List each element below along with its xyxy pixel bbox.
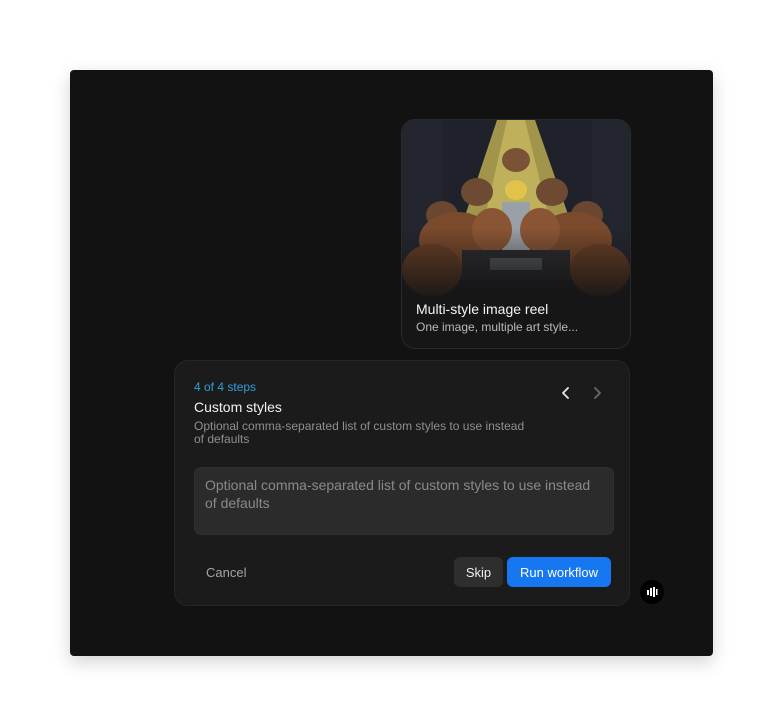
step-description: Optional comma-separated list of custom … <box>194 419 525 446</box>
previous-step-button[interactable] <box>556 383 576 403</box>
next-step-button[interactable] <box>587 383 607 403</box>
workflow-card[interactable]: Multi-style image reel One image, multip… <box>401 119 631 349</box>
cancel-button[interactable]: Cancel <box>194 557 258 587</box>
chevron-left-icon <box>562 387 569 399</box>
app-window: Multi-style image reel One image, multip… <box>70 70 713 656</box>
step-counter: 4 of 4 steps <box>194 380 257 394</box>
run-workflow-button[interactable]: Run workflow <box>507 557 611 587</box>
step-title: Custom styles <box>194 399 282 415</box>
skip-button[interactable]: Skip <box>454 557 503 587</box>
workflow-card-title: Multi-style image reel <box>416 301 549 317</box>
custom-styles-input[interactable] <box>194 467 614 535</box>
brand-logo-icon <box>647 587 658 597</box>
step-panel: 4 of 4 steps Custom styles Optional comm… <box>174 360 630 606</box>
workflow-card-subtitle: One image, multiple art style... <box>416 320 579 334</box>
brand-logo-button[interactable] <box>640 580 664 604</box>
chevron-right-icon <box>594 387 601 399</box>
